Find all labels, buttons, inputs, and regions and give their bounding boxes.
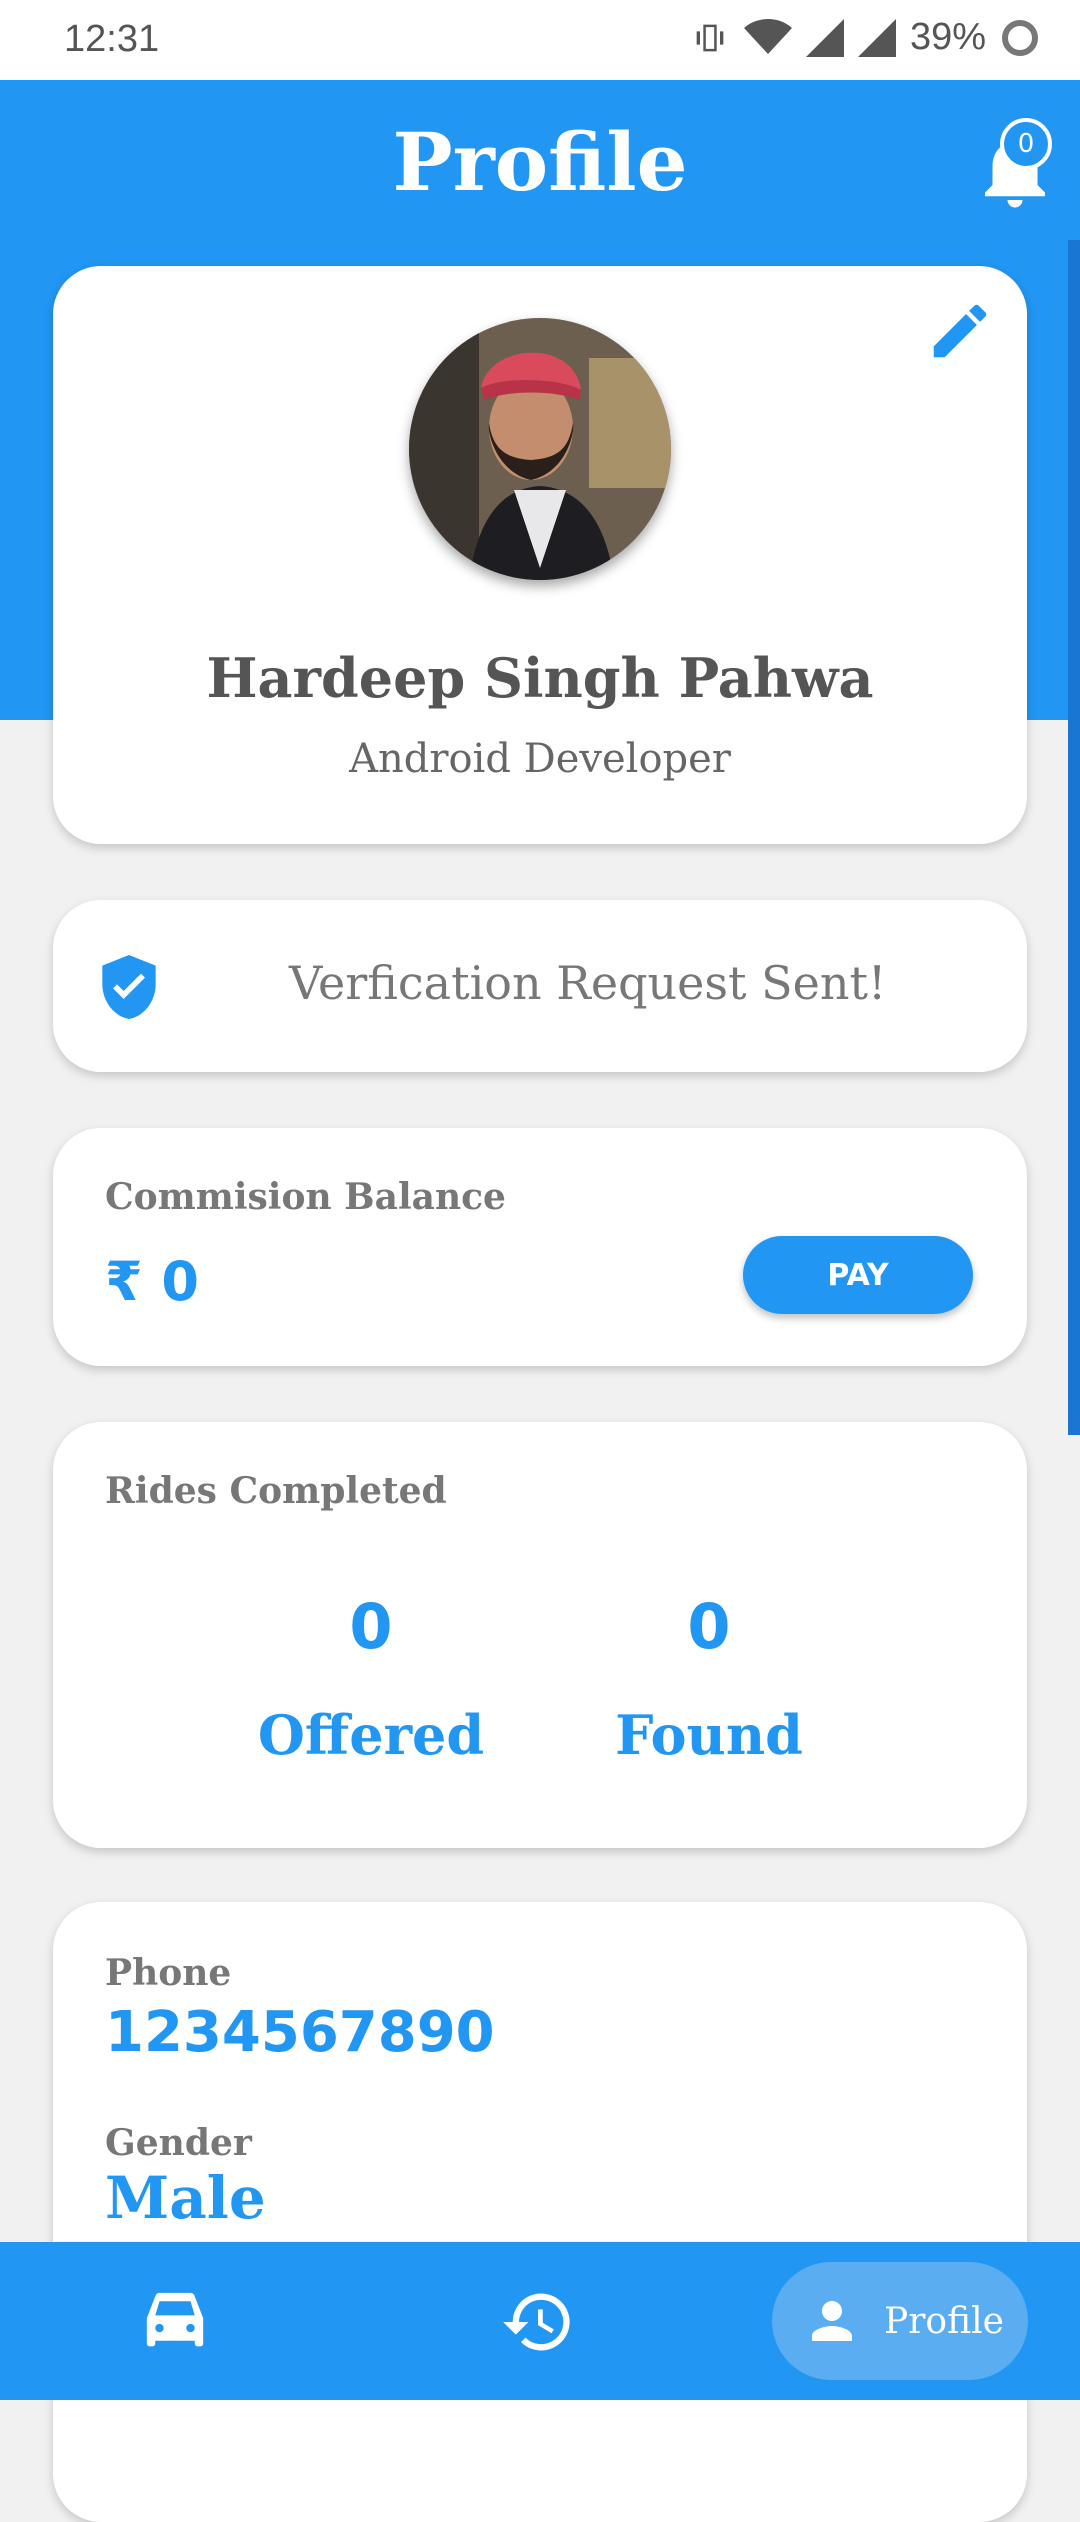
profile-name: Hardeep Singh Pahwa (206, 646, 874, 710)
battery-percent: 39% (909, 16, 986, 58)
pay-button[interactable]: PAY (743, 1236, 973, 1314)
phone-label: Phone (105, 1952, 232, 1994)
car-icon[interactable] (140, 2290, 210, 2352)
rides-card: Rides Completed 0 Offered 0 Found (53, 1422, 1027, 1848)
vibrate-icon (696, 24, 724, 51)
phone-value: 1234567890 (105, 2000, 495, 2065)
balance-value: ₹ 0 (105, 1250, 199, 1313)
battery-icon (1002, 19, 1038, 56)
status-bar: 12:31 39% (0, 0, 1080, 80)
offered-count: 0 (349, 1590, 393, 1663)
edit-icon[interactable] (925, 296, 995, 366)
verification-card: Verfication Request Sent! (53, 900, 1027, 1072)
balance-label: Commision Balance (105, 1176, 506, 1218)
notification-badge: 0 (1000, 118, 1052, 170)
profile-role: Android Developer (349, 736, 731, 782)
nav-profile-tab[interactable]: Profile (772, 2262, 1028, 2380)
scrollbar[interactable] (1068, 240, 1080, 1435)
history-icon[interactable] (500, 2284, 576, 2360)
verification-status: Verfication Request Sent! (289, 956, 887, 1010)
bottom-nav: Profile (0, 2242, 1080, 2400)
signal-icon (857, 18, 896, 57)
offered-stat: 0 Offered (221, 1590, 521, 1767)
rides-label: Rides Completed (105, 1470, 447, 1512)
nav-profile-label: Profile (884, 2300, 1004, 2342)
balance-card: Commision Balance ₹ 0 PAY (53, 1128, 1027, 1366)
gender-value: Male (105, 2164, 266, 2232)
found-label: Found (615, 1703, 803, 1767)
avatar[interactable] (409, 318, 671, 580)
offered-label: Offered (257, 1703, 485, 1767)
person-icon (812, 2301, 852, 2341)
status-time: 12:31 (64, 18, 160, 60)
status-icons: 39% (690, 16, 1040, 59)
profile-card: Hardeep Singh Pahwa Android Developer (53, 266, 1027, 844)
found-count: 0 (687, 1590, 731, 1663)
page-title: Profile (392, 115, 688, 209)
info-card: Phone 1234567890 Gender Male (53, 1902, 1027, 2522)
found-stat: 0 Found (559, 1590, 859, 1767)
signal-icon (805, 18, 844, 57)
gender-label: Gender (105, 2122, 252, 2164)
shield-check-icon (102, 955, 156, 1019)
wifi-icon (743, 18, 792, 54)
